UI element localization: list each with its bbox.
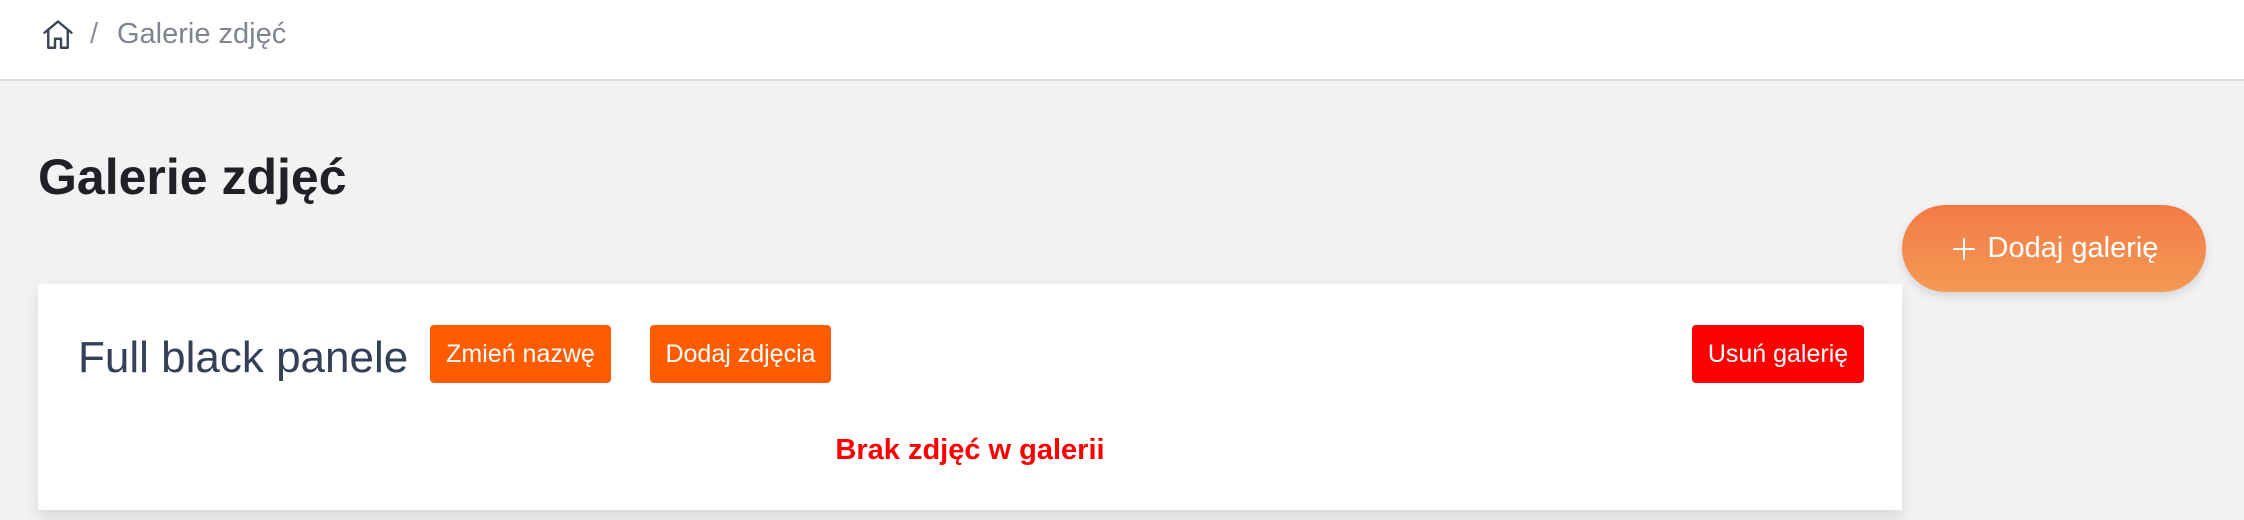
empty-gallery-message: Brak zdjęć w galerii xyxy=(835,434,1105,466)
plus-icon xyxy=(1950,235,1978,263)
add-photos-button[interactable]: Dodaj zdjęcia xyxy=(650,325,831,383)
breadcrumb-separator: / xyxy=(90,18,99,50)
gallery-card: Full black panele Zmień nazwę Dodaj zdję… xyxy=(38,284,1902,510)
page-title: Galerie zdjęć xyxy=(38,149,347,205)
add-gallery-button[interactable]: Dodaj galerię xyxy=(1902,205,2206,292)
delete-gallery-button[interactable]: Usuń galerię xyxy=(1692,325,1864,383)
gallery-name: Full black panele xyxy=(78,333,409,382)
breadcrumb-current: Galerie zdjęć xyxy=(117,18,287,50)
rename-button[interactable]: Zmień nazwę xyxy=(430,325,611,383)
top-bar: / Galerie zdjęć xyxy=(0,0,2244,81)
home-icon[interactable] xyxy=(40,17,76,53)
add-gallery-label: Dodaj galerię xyxy=(1987,232,2159,264)
